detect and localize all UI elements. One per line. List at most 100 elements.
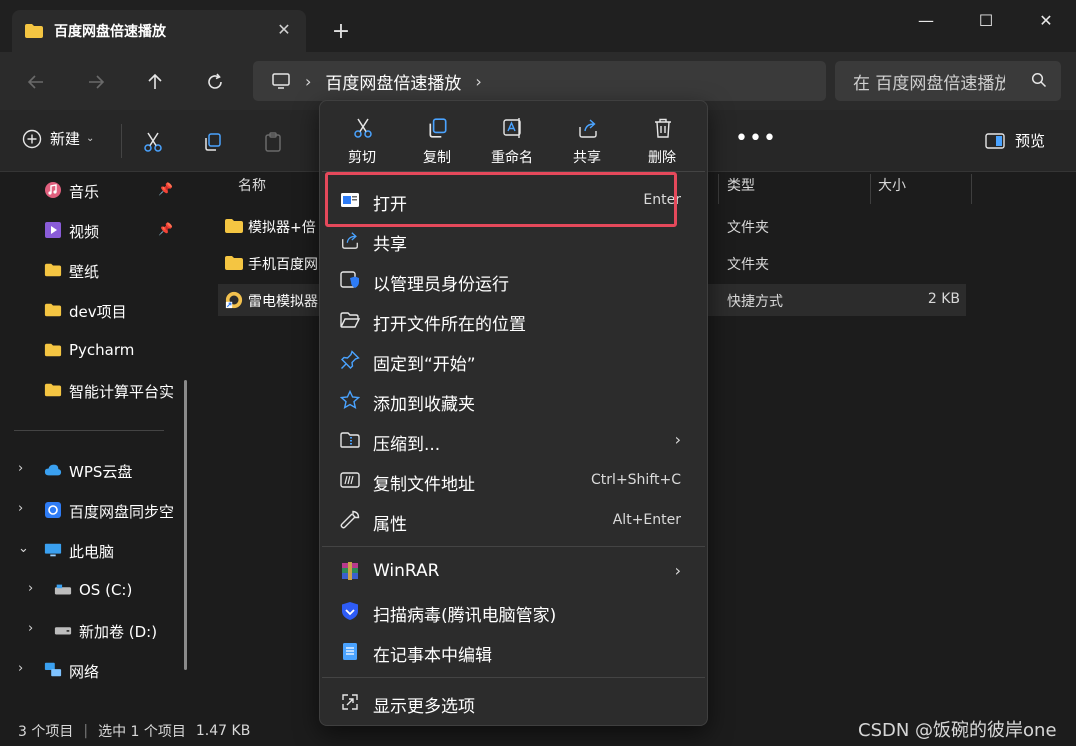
back-button[interactable] [20,66,52,98]
chevron-down-icon[interactable]: ⌄ [18,541,29,556]
watermark: CSDN @饭碗的彼岸one [858,720,1057,741]
chevron-right-icon[interactable]: › [18,661,23,676]
sidebar-item-music[interactable]: 音乐 📌 [0,172,190,208]
new-button[interactable]: 新建 ⌄ [22,128,94,149]
sidebar-item-smart-computing[interactable]: 智能计算平台实 [0,372,190,408]
wrench-icon [340,510,360,529]
menu-item-compress[interactable]: 压缩到... › [326,421,701,459]
column-divider[interactable] [718,174,719,204]
sidebar-item-wallpaper[interactable]: 壁纸 [0,252,190,288]
context-share-button[interactable]: 共享 [557,113,617,169]
column-header-type[interactable]: 类型 [727,172,755,202]
sidebar-item-label: WPS云盘 [69,463,133,481]
pin-icon: 📌 [158,182,173,196]
tab-current-folder[interactable]: 百度网盘倍速播放 ✕ [12,10,306,52]
context-delete-button[interactable]: 删除 [632,113,692,169]
sidebar-item-network[interactable]: › 网络 [0,652,190,688]
menu-item-show-more-options[interactable]: 显示更多选项 [326,683,701,721]
menu-item-add-favorites[interactable]: 添加到收藏夹 [326,381,701,419]
notepad-icon [343,643,357,660]
quick-action-label: 复制 [423,150,451,166]
sidebar-item-drive-c[interactable]: › OS (C:) [0,572,190,608]
up-button[interactable] [139,66,171,98]
copy-path-icon [340,472,360,488]
sidebar-item-baidu-sync[interactable]: › 百度网盘同步空 [0,492,190,528]
file-type: 文件夹 [727,220,769,236]
preview-button[interactable]: 预览 [985,130,1045,151]
menu-item-copy-path[interactable]: 复制文件地址 Ctrl+Shift+C [326,461,701,499]
drive-icon [54,627,72,635]
chevron-right-icon[interactable]: › [475,72,481,91]
tencent-shield-icon [342,602,358,620]
sidebar-item-pycharm[interactable]: Pycharm [0,332,190,368]
context-cut-button[interactable]: 剪切 [332,113,392,169]
menu-item-pin-to-start[interactable]: 固定到“开始” [326,341,701,379]
folder-icon [25,24,43,38]
more-options-button[interactable]: ••• [735,128,777,150]
new-button-label: 新建 [50,130,81,148]
breadcrumb-current[interactable]: 百度网盘倍速播放 [325,69,461,94]
sidebar-item-this-pc[interactable]: ⌄ 此电脑 [0,532,190,568]
preview-pane-icon [985,132,1005,149]
paste-button[interactable] [261,130,285,154]
sidebar-item-wps-cloud[interactable]: › WPS云盘 [0,452,190,488]
sidebar-item-label: 网络 [69,663,100,681]
minimize-button[interactable]: — [896,0,956,40]
menu-item-run-as-admin[interactable]: 以管理员身份运行 [326,261,701,299]
quick-action-label: 重命名 [491,150,533,166]
menu-item-winrar[interactable]: WinRAR › [326,552,701,590]
arrow-left-icon [27,75,43,89]
refresh-icon [208,73,222,89]
search-input[interactable]: 在 百度网盘倍速播放 中搜索 [853,69,1005,94]
menu-item-scan-virus[interactable]: 扫描病毒(腾讯电脑管家) [326,592,701,630]
sidebar-scrollbar[interactable] [184,380,187,670]
context-rename-button[interactable]: 重命名 [482,113,542,169]
folder-icon [44,383,62,397]
refresh-button[interactable] [199,66,231,98]
context-copy-button[interactable]: 复制 [407,113,467,169]
tab-close-button[interactable]: ✕ [274,20,294,40]
column-divider[interactable] [971,174,972,204]
chevron-right-icon[interactable]: › [28,621,33,636]
menu-item-edit-notepad[interactable]: 在记事本中编辑 [326,632,701,670]
sidebar-item-dev[interactable]: dev项目 [0,292,190,328]
maximize-icon: ☐ [978,10,994,30]
shortcut-app-icon [225,291,243,309]
cut-button[interactable] [141,130,165,154]
chevron-down-icon: ⌄ [86,133,95,144]
chevron-right-icon[interactable]: › [18,461,23,476]
sidebar-item-label: 视频 [69,223,100,241]
sidebar-item-drive-d[interactable]: › 新加卷 (D:) [0,612,190,648]
column-header-size[interactable]: 大小 [878,172,906,202]
menu-item-properties[interactable]: 属性 Alt+Enter [326,501,701,539]
chevron-right-icon[interactable]: › [18,501,23,516]
sidebar-item-label: Pycharm [69,341,135,359]
file-name: 雷电模拟器 [248,294,318,310]
menu-item-open-location[interactable]: 打开文件所在的位置 [326,301,701,339]
copy-button[interactable] [201,130,225,154]
sidebar-item-video[interactable]: 视频 📌 [0,212,190,248]
item-count: 3 个项目 [18,724,74,740]
zip-folder-icon [340,432,360,448]
pc-icon [44,543,62,557]
maximize-button[interactable]: ☐ [956,0,1016,40]
copy-icon [429,118,447,138]
copy-icon [205,133,221,151]
search-box[interactable]: 在 百度网盘倍速播放 中搜索 [835,61,1061,101]
sidebar-item-label: 智能计算平台实 [69,383,175,401]
address-bar[interactable]: › 百度网盘倍速播放 › [253,61,826,101]
column-divider[interactable] [870,174,871,204]
chevron-right-icon[interactable]: › [305,72,311,91]
file-type: 快捷方式 [727,294,783,310]
sidebar-item-label: 新加卷 (D:) [79,623,158,641]
forward-button[interactable] [80,66,112,98]
quick-action-label: 删除 [648,150,676,166]
column-header-name[interactable]: 名称 [238,172,266,202]
new-tab-button[interactable]: + [328,20,354,46]
chevron-right-icon[interactable]: › [28,581,33,596]
menu-item-label: 扫描病毒(腾讯电脑管家) [373,606,557,626]
search-icon [1031,72,1047,88]
close-window-button[interactable]: ✕ [1016,0,1076,40]
folder-icon [225,256,243,270]
baidu-sync-icon [45,502,61,518]
